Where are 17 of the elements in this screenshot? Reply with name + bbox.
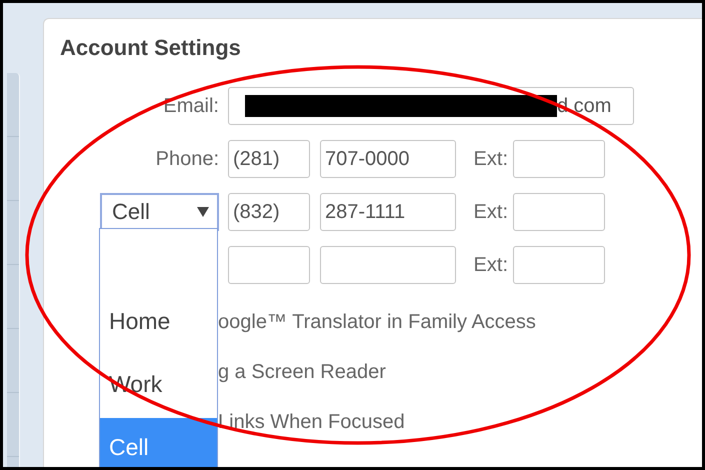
area-code-field[interactable]	[228, 246, 310, 284]
area-code-field[interactable]: (281)	[228, 140, 310, 178]
area-code-field[interactable]: (832)	[228, 193, 310, 231]
extension-field[interactable]	[513, 193, 605, 231]
field-label: Ext:	[472, 148, 508, 170]
phone-number-field[interactable]: 287-1111	[320, 193, 456, 231]
phone-number-field[interactable]: 707-0000	[320, 140, 456, 178]
phone-number-field[interactable]	[320, 246, 456, 284]
section-title: Account Settings	[60, 34, 242, 62]
extension-field[interactable]	[513, 140, 605, 178]
field-label: Ext:	[472, 254, 508, 276]
field-label: Ext:	[472, 200, 508, 224]
field-label: Phone:	[156, 148, 219, 170]
extension-field[interactable]	[513, 246, 605, 284]
option-text: oogle™ Translator in Family Access	[218, 310, 537, 335]
caret-icon	[197, 207, 209, 217]
option-text: g a Screen Reader	[218, 360, 387, 385]
